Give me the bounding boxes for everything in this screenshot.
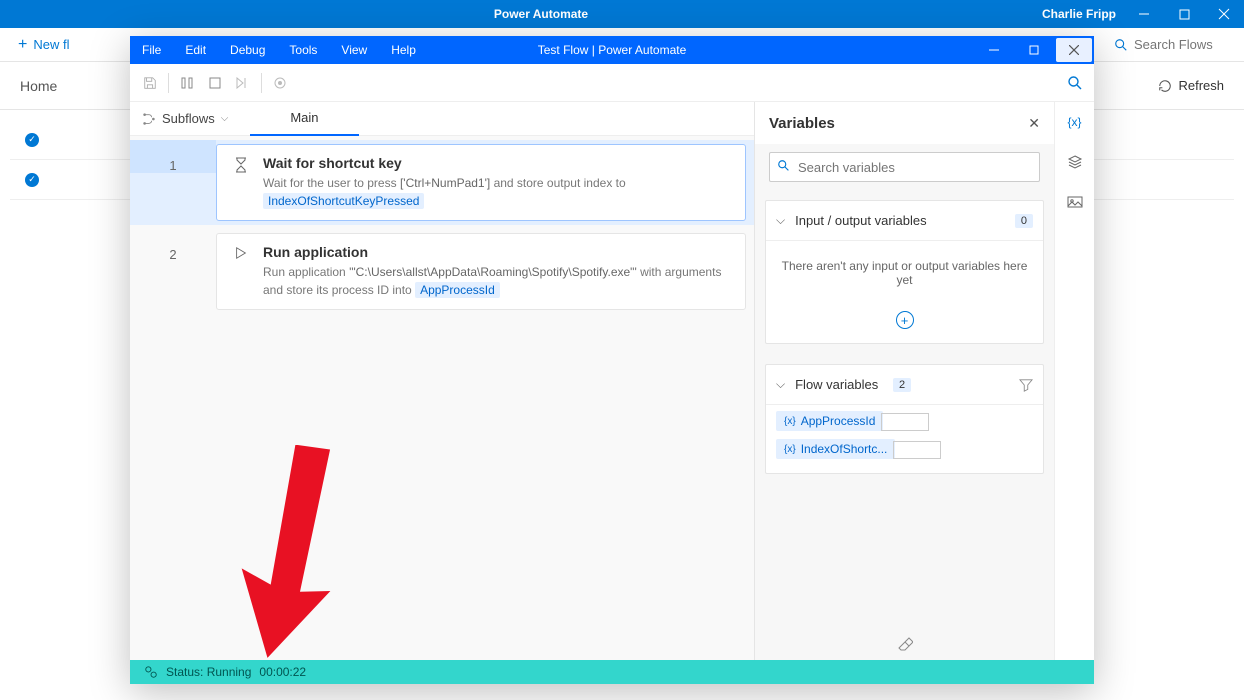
modal-close-button[interactable] (1056, 38, 1092, 62)
main-window-title: Power Automate (40, 7, 1042, 21)
modal-maximize-button[interactable] (1016, 38, 1052, 62)
modal-minimize-button[interactable] (976, 38, 1012, 62)
subflows-dropdown[interactable]: Subflows ⌵ (130, 102, 240, 136)
variable-value-box[interactable] (881, 413, 929, 431)
variable-token[interactable]: IndexOfShortcutKeyPressed (263, 193, 424, 209)
modal-title: Test Flow | Power Automate (538, 43, 687, 57)
eraser-icon[interactable] (755, 628, 1054, 660)
close-panel-button[interactable]: ✕ (1028, 115, 1040, 132)
search-variables-input[interactable] (769, 152, 1040, 182)
step-icon[interactable] (229, 69, 257, 97)
subflows-icon (142, 112, 156, 126)
check-icon: ✓ (25, 173, 39, 187)
chevron-down-icon: ⌵ (776, 213, 785, 228)
io-empty-message: There aren't any input or output variabl… (766, 241, 1043, 305)
step-title: Wait for shortcut key (263, 155, 731, 171)
variable-token[interactable]: AppProcessId (415, 282, 500, 298)
chevron-down-icon: ⌵ (776, 377, 785, 392)
check-icon: ✓ (25, 133, 39, 147)
status-bar: Status: Running 00:00:22 (130, 660, 1094, 684)
plus-icon: + (18, 36, 27, 54)
chevron-down-icon: ⌵ (221, 113, 229, 124)
search-flows-input[interactable] (1134, 37, 1234, 52)
gears-icon (144, 665, 158, 679)
save-icon[interactable] (136, 69, 164, 97)
step-row-1[interactable]: 1 Wait for shortcut key Wait for the use… (130, 140, 754, 225)
filter-icon[interactable] (1019, 378, 1033, 392)
step-number: 2 (130, 229, 216, 262)
step-description: Wait for the user to press ['Ctrl+NumPad… (263, 174, 731, 210)
flow-count-badge: 2 (893, 378, 911, 392)
menu-edit[interactable]: Edit (173, 36, 218, 64)
search-icon[interactable] (1114, 38, 1128, 52)
menu-view[interactable]: View (329, 36, 379, 64)
step-title: Run application (263, 244, 731, 260)
status-time: 00:00:22 (259, 665, 306, 679)
menu-tools[interactable]: Tools (277, 36, 329, 64)
menu-help[interactable]: Help (379, 36, 428, 64)
refresh-button[interactable]: Refresh (1158, 78, 1224, 93)
variable-chip[interactable]: {x}IndexOfShortc... (776, 439, 895, 459)
search-actions-button[interactable] (1056, 64, 1094, 102)
layers-tab-icon[interactable] (1061, 148, 1089, 176)
tab-main[interactable]: Main (250, 102, 358, 136)
minimize-button[interactable] (1124, 0, 1164, 28)
close-button[interactable] (1204, 0, 1244, 28)
user-name[interactable]: Charlie Fripp (1042, 7, 1116, 21)
new-flow-button[interactable]: + New fl (18, 36, 69, 54)
menu-debug[interactable]: Debug (218, 36, 277, 64)
play-icon (231, 244, 251, 299)
record-icon[interactable] (266, 69, 294, 97)
images-tab-icon[interactable] (1061, 188, 1089, 216)
status-label: Status: Running (166, 665, 251, 679)
search-icon (777, 159, 791, 173)
variables-tab-icon[interactable]: {x} (1061, 108, 1089, 136)
hourglass-icon (231, 155, 251, 210)
io-count-badge: 0 (1015, 214, 1033, 228)
step-number: 1 (130, 140, 216, 173)
variable-value-box[interactable] (893, 441, 941, 459)
io-variables-section-header[interactable]: ⌵ Input / output variables 0 (766, 201, 1043, 241)
refresh-icon (1158, 79, 1172, 93)
variable-chip[interactable]: {x}AppProcessId (776, 411, 883, 431)
variables-panel-title: Variables (769, 115, 1028, 132)
breadcrumb[interactable]: Home (20, 78, 57, 94)
flow-variables-section-header[interactable]: ⌵ Flow variables 2 (766, 365, 1043, 405)
add-variable-button[interactable]: + (896, 311, 914, 329)
step-description: Run application '"C:\Users\allst\AppData… (263, 263, 731, 299)
pause-icon[interactable] (173, 69, 201, 97)
menu-file[interactable]: File (130, 36, 173, 64)
flow-editor-window: File Edit Debug Tools View Help Test Flo… (130, 36, 1094, 684)
step-row-2[interactable]: 2 Run application Run application '"C:\U… (130, 229, 754, 314)
stop-icon[interactable] (201, 69, 229, 97)
maximize-button[interactable] (1164, 0, 1204, 28)
